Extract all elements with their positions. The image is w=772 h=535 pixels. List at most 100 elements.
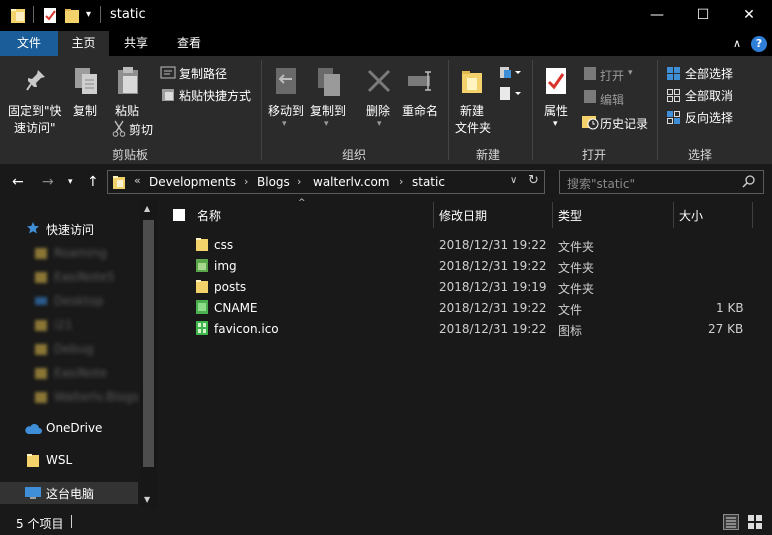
select-none-button[interactable]: 全部取消 xyxy=(685,87,733,104)
recent-locations-chevron-icon[interactable]: ▾ xyxy=(68,177,73,187)
properties-quick-icon[interactable] xyxy=(42,7,58,27)
close-button[interactable]: ✕ xyxy=(726,0,772,31)
tab-home[interactable]: 主页 xyxy=(58,31,109,56)
nav-pane-scroll-thumb[interactable] xyxy=(143,220,154,467)
invert-selection-button[interactable]: 反向选择 xyxy=(685,109,733,126)
new-item-icon[interactable] xyxy=(499,65,523,84)
search-box[interactable]: 搜索"static" xyxy=(559,170,764,194)
breadcrumb-developments[interactable]: Developments xyxy=(149,175,236,189)
move-to-dropdown-icon[interactable]: ▾ xyxy=(282,119,287,129)
column-header-size[interactable]: 大小 xyxy=(679,207,703,224)
nav-item-pinned-folder[interactable]: EasiNote xyxy=(0,363,140,385)
column-divider[interactable] xyxy=(433,202,434,228)
minimize-button[interactable]: — xyxy=(634,0,680,31)
nav-item-pinned-folder[interactable]: Walterlv.Blogs xyxy=(0,387,140,409)
properties-dropdown-icon[interactable]: ▾ xyxy=(553,119,558,129)
tab-view[interactable]: 查看 xyxy=(164,31,214,56)
column-header-name[interactable]: 名称 xyxy=(197,207,221,224)
maximize-button[interactable]: ☐ xyxy=(680,0,726,31)
delete-icon xyxy=(366,68,392,97)
pin-to-quick-access-button[interactable]: 固定到"快 xyxy=(8,102,62,119)
paste-shortcut-button[interactable]: 粘贴快捷方式 xyxy=(179,87,251,104)
refresh-icon[interactable]: ↻ xyxy=(528,173,539,188)
new-folder-button[interactable]: 新建 xyxy=(460,102,484,119)
address-bar[interactable]: « Developments › Blogs › walterlv.com › … xyxy=(107,170,545,194)
status-separator xyxy=(71,515,72,528)
ribbon: 固定到"快 速访问" 复制 粘贴 复制路径 粘贴快捷方式 剪切 剪贴板 移动到 … xyxy=(0,56,772,164)
copy-to-button[interactable]: 复制到 xyxy=(310,102,346,119)
select-all-button[interactable]: 全部选择 xyxy=(685,65,733,82)
column-header-type[interactable]: 类型 xyxy=(558,207,582,224)
nav-item-onedrive[interactable]: OneDrive xyxy=(0,418,140,440)
edit-icon xyxy=(583,89,597,107)
move-to-button[interactable]: 移动到 xyxy=(268,102,304,119)
column-divider[interactable] xyxy=(752,202,753,228)
edit-button[interactable]: 编辑 xyxy=(600,91,624,108)
open-button[interactable]: 打开 xyxy=(600,67,624,84)
rename-button[interactable]: 重命名 xyxy=(402,102,438,119)
delete-dropdown-icon[interactable]: ▾ xyxy=(377,119,382,129)
up-arrow-icon[interactable]: ↑ xyxy=(87,174,99,190)
nav-item-pinned-folder[interactable]: EasiNote5 xyxy=(0,267,140,289)
scroll-down-arrow-icon[interactable]: ▼ xyxy=(144,495,150,504)
address-dropdown-icon[interactable]: ∨ xyxy=(510,175,517,186)
column-divider[interactable] xyxy=(552,202,553,228)
nav-item-pinned-folder[interactable]: Desktop xyxy=(0,291,140,313)
file-row[interactable]: posts 2018/12/31 19:19 文件夹 xyxy=(160,276,760,297)
column-header-modified[interactable]: 修改日期 xyxy=(439,207,487,224)
search-input[interactable]: 搜索"static" xyxy=(567,175,635,192)
open-dropdown-icon[interactable]: ▾ xyxy=(628,68,633,78)
nav-label: Walterlv.Blogs xyxy=(54,390,139,404)
copy-path-button[interactable]: 复制路径 xyxy=(179,65,227,82)
file-row[interactable]: css 2018/12/31 19:22 文件夹 xyxy=(160,234,760,255)
group-divider xyxy=(448,60,449,160)
details-view-icon[interactable] xyxy=(723,514,739,530)
breadcrumb-walterlv[interactable]: walterlv.com xyxy=(313,175,389,189)
nav-label: 快速访问 xyxy=(46,223,95,237)
breadcrumb-blogs[interactable]: Blogs xyxy=(257,175,290,189)
nav-item-quick-access[interactable]: 快速访问 xyxy=(0,218,140,240)
copy-button[interactable]: 复制 xyxy=(73,102,97,119)
nav-item-pinned-folder[interactable]: Debug xyxy=(0,339,140,361)
breadcrumb-separator[interactable]: › xyxy=(399,175,403,188)
back-arrow-icon[interactable]: ← xyxy=(12,174,24,190)
select-all-checkbox[interactable] xyxy=(173,209,185,221)
scroll-up-arrow-icon[interactable]: ▲ xyxy=(144,204,150,213)
properties-button[interactable]: 属性 xyxy=(544,102,568,119)
collapse-ribbon-icon[interactable]: ∧ xyxy=(733,37,741,50)
paste-icon xyxy=(115,66,141,99)
group-divider xyxy=(532,60,533,160)
nav-label: Roaming xyxy=(54,246,107,260)
column-divider[interactable] xyxy=(673,202,674,228)
file-row[interactable]: CNAME 2018/12/31 19:22 文件 1 KB xyxy=(160,297,760,318)
nav-item-pinned-folder[interactable]: Roaming xyxy=(0,243,140,265)
tab-file[interactable]: 文件 xyxy=(0,31,58,56)
forward-arrow-icon[interactable]: → xyxy=(42,174,54,190)
file-row[interactable]: favicon.ico 2018/12/31 19:22 图标 27 KB xyxy=(160,318,760,339)
easy-access-icon[interactable] xyxy=(499,86,523,105)
breadcrumb-separator[interactable]: › xyxy=(244,175,248,188)
copy-to-dropdown-icon[interactable]: ▾ xyxy=(324,119,329,129)
nav-item-wsl[interactable]: WSL xyxy=(0,450,140,472)
delete-button[interactable]: 删除 xyxy=(366,102,390,119)
file-modified: 2018/12/31 19:22 xyxy=(439,238,547,252)
breadcrumb-static[interactable]: static xyxy=(412,175,445,189)
new-folder-quick-icon[interactable] xyxy=(64,7,80,27)
breadcrumb-overflow[interactable]: « xyxy=(134,174,141,187)
file-row[interactable]: img 2018/12/31 19:22 文件夹 xyxy=(160,255,760,276)
paste-button[interactable]: 粘贴 xyxy=(115,102,139,119)
large-icons-view-icon[interactable] xyxy=(747,514,763,533)
cut-button[interactable]: 剪切 xyxy=(129,121,153,138)
history-button[interactable]: 历史记录 xyxy=(600,115,648,132)
help-icon[interactable]: ? xyxy=(751,36,767,52)
tab-share[interactable]: 共享 xyxy=(112,31,160,56)
customize-quick-access-icon[interactable]: ▾ xyxy=(86,9,91,20)
nav-item-pinned-folder[interactable]: i21 xyxy=(0,315,140,337)
file-type: 文件夹 xyxy=(558,261,595,275)
nav-label: 这台电脑 xyxy=(46,487,95,501)
file-name: CNAME xyxy=(214,301,258,315)
search-icon[interactable] xyxy=(742,174,756,191)
nav-item-this-pc[interactable]: 这台电脑 xyxy=(0,482,138,504)
file-size: 1 KB xyxy=(716,301,744,315)
breadcrumb-separator[interactable]: › xyxy=(297,175,301,188)
